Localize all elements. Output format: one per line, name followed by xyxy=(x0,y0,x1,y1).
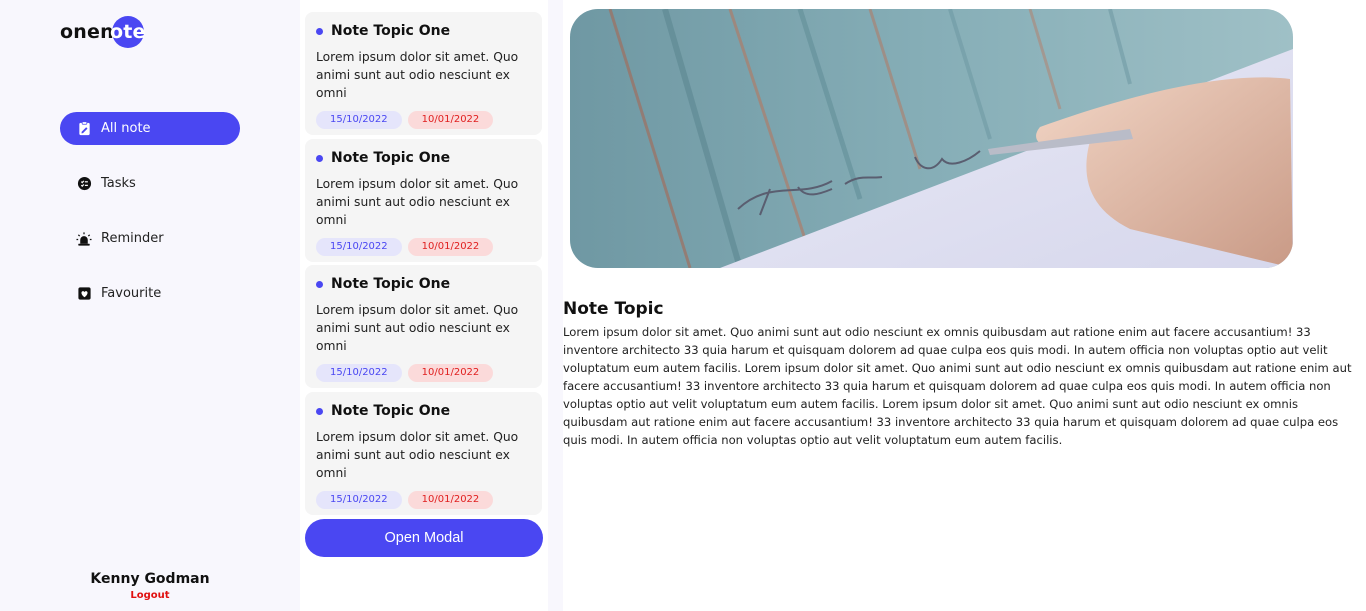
end-date-badge: 10/01/2022 xyxy=(407,238,494,256)
note-card-text: Lorem ipsum dolor sit amet. Quo animi su… xyxy=(316,303,519,353)
note-card-title: Note Topic One xyxy=(316,403,531,419)
note-card-title: Note Topic One xyxy=(316,23,531,39)
sidebar-item-label: Reminder xyxy=(101,231,164,246)
logo-circle: ote xyxy=(110,16,145,48)
tasks-icon xyxy=(76,176,92,192)
sidebar-item-label: Favourite xyxy=(101,286,162,301)
note-card-text: Lorem ipsum dolor sit amet. Quo animi su… xyxy=(316,50,519,100)
end-date-badge: 10/01/2022 xyxy=(407,364,494,382)
note-card[interactable]: Note Topic One Lorem ipsum dolor sit ame… xyxy=(305,139,542,262)
open-modal-button[interactable]: Open Modal xyxy=(305,519,543,557)
start-date-badge: 15/10/2022 xyxy=(316,364,402,382)
note-edit-icon xyxy=(76,121,92,137)
sidebar-item-label: Tasks xyxy=(101,176,136,191)
note-title-text: Note Topic One xyxy=(331,23,451,39)
note-detail-body: Lorem ipsum dolor sit amet. Quo animi su… xyxy=(563,325,1352,447)
note-card[interactable]: Note Topic One Lorem ipsum dolor sit ame… xyxy=(305,265,542,388)
logout-link[interactable]: Logout xyxy=(0,590,300,601)
note-card-text: Lorem ipsum dolor sit amet. Quo animi su… xyxy=(316,177,519,227)
bullet-dot-icon xyxy=(316,154,323,162)
bullet-dot-icon xyxy=(316,280,323,288)
note-card[interactable]: Note Topic One Lorem ipsum dolor sit ame… xyxy=(305,392,542,515)
end-date-badge: 10/01/2022 xyxy=(407,111,494,129)
sidebar-nav: All note Tasks Reminder Favourite xyxy=(60,112,240,310)
note-card-title: Note Topic One xyxy=(316,150,531,166)
note-card-title: Note Topic One xyxy=(316,276,531,292)
bullet-dot-icon xyxy=(316,27,323,35)
sidebar-item-label: All note xyxy=(101,121,151,136)
sidebar-item-tasks[interactable]: Tasks xyxy=(60,167,240,200)
divider xyxy=(548,0,563,611)
alarm-icon xyxy=(76,231,92,247)
sidebar: onen ote All note Tasks Reminder Favourit… xyxy=(0,0,300,611)
note-date-tags: 15/10/2022 10/01/2022 xyxy=(316,111,531,129)
note-title-text: Note Topic One xyxy=(331,403,451,419)
note-detail-title: Note Topic xyxy=(563,299,664,319)
start-date-badge: 15/10/2022 xyxy=(316,238,402,256)
start-date-badge: 15/10/2022 xyxy=(316,491,402,509)
note-date-tags: 15/10/2022 10/01/2022 xyxy=(316,364,531,382)
sidebar-item-reminder[interactable]: Reminder xyxy=(60,222,240,255)
logo-text: onen xyxy=(60,21,114,43)
sidebar-item-favourite[interactable]: Favourite xyxy=(60,277,240,310)
end-date-badge: 10/01/2022 xyxy=(407,491,494,509)
note-card-text: Lorem ipsum dolor sit amet. Quo animi su… xyxy=(316,430,519,480)
note-title-text: Note Topic One xyxy=(331,150,451,166)
user-panel: Kenny Godman Logout xyxy=(0,571,300,601)
note-title-text: Note Topic One xyxy=(331,276,451,292)
note-date-tags: 15/10/2022 10/01/2022 xyxy=(316,238,531,256)
heart-icon xyxy=(76,286,92,302)
note-date-tags: 15/10/2022 10/01/2022 xyxy=(316,491,531,509)
app-logo[interactable]: onen ote xyxy=(60,16,145,48)
user-name: Kenny Godman xyxy=(90,571,210,587)
note-cover-image xyxy=(570,9,1293,268)
notes-list: Note Topic One Lorem ipsum dolor sit ame… xyxy=(300,0,548,611)
start-date-badge: 15/10/2022 xyxy=(316,111,402,129)
sidebar-item-all-note[interactable]: All note xyxy=(60,112,240,145)
bullet-dot-icon xyxy=(316,407,323,415)
note-card[interactable]: Note Topic One Lorem ipsum dolor sit ame… xyxy=(305,12,542,135)
